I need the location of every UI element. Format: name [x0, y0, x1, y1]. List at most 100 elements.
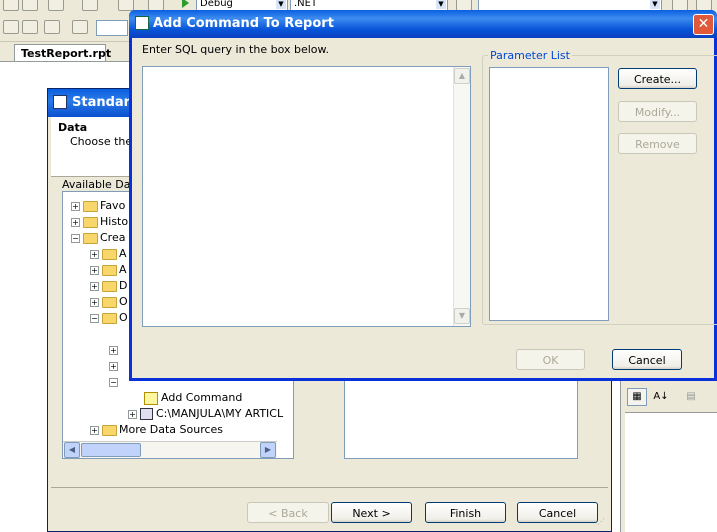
resize-grip-icon[interactable]: ⋰	[597, 517, 609, 529]
expand-icon[interactable]: +	[90, 265, 99, 275]
sql-query-label: Enter SQL query in the box below.	[142, 43, 330, 56]
property-pages-icon[interactable]: ▤	[681, 388, 701, 406]
folder-icon	[83, 232, 98, 244]
toolbar-button[interactable]	[118, 0, 134, 11]
tree-item-database[interactable]: + C:\MANJULA\MY ARTICL	[128, 406, 283, 422]
tree-item[interactable]: + D	[90, 278, 127, 294]
finish-button[interactable]: Finish	[425, 502, 506, 523]
start-debug-icon[interactable]	[182, 0, 189, 8]
expand-icon[interactable]: +	[90, 281, 99, 291]
tree-item-label: D	[119, 279, 128, 292]
collapse-icon[interactable]: −	[71, 233, 80, 243]
tab-testreport[interactable]: TestReport.rpt	[14, 44, 111, 62]
next-button[interactable]: Next >	[331, 502, 412, 523]
tree-item[interactable]: + A	[90, 262, 127, 278]
tree-item[interactable]: − O	[90, 310, 128, 326]
scroll-left-icon[interactable]: ◀	[64, 442, 80, 458]
categorized-icon[interactable]: ▦	[627, 388, 647, 406]
toolbar-button[interactable]	[72, 20, 88, 34]
parameter-list[interactable]	[489, 67, 609, 321]
parameter-list-legend: Parameter List	[488, 49, 572, 62]
wizard-section-title: Data	[58, 121, 88, 134]
tree-item[interactable]: +	[109, 358, 121, 374]
resize-grip-icon[interactable]	[701, 365, 713, 377]
toolbar-button[interactable]	[3, 0, 19, 11]
toolbar-button[interactable]	[44, 20, 60, 34]
add-command-dialog: Add Command To Report ✕ Enter SQL query …	[129, 10, 717, 381]
expand-icon[interactable]: +	[90, 249, 99, 259]
folder-icon	[102, 248, 117, 260]
close-icon[interactable]: ✕	[693, 14, 714, 35]
tree-item-label: Favo	[100, 199, 126, 212]
folder-icon	[83, 216, 98, 228]
scroll-right-icon[interactable]: ▶	[260, 442, 276, 458]
report-wizard-icon	[53, 95, 67, 109]
toolbar-button[interactable]	[22, 20, 38, 34]
ok-button[interactable]: OK	[516, 349, 585, 370]
solution-platform-value: .NET	[294, 0, 318, 9]
tree-horizontal-scrollbar[interactable]: ◀ ▶	[63, 441, 277, 458]
tree-item-label: O	[119, 311, 128, 324]
expand-icon[interactable]: +	[109, 345, 118, 355]
dialog-app-icon	[135, 16, 149, 30]
create-button[interactable]: Create...	[618, 68, 697, 89]
expand-icon[interactable]: +	[109, 361, 118, 371]
divider	[51, 487, 608, 488]
dialog-cancel-button[interactable]: Cancel	[612, 349, 682, 370]
expand-icon[interactable]: +	[71, 217, 80, 227]
tree-item-more-data-sources[interactable]: + More Data Sources	[90, 422, 223, 438]
expand-icon[interactable]: +	[71, 201, 80, 211]
scroll-up-icon[interactable]: ▲	[454, 68, 470, 84]
scroll-thumb[interactable]	[293, 388, 294, 430]
tree-item[interactable]: + Favo	[71, 198, 125, 214]
tree-item-add-command[interactable]: Add Command	[144, 390, 242, 406]
scroll-down-icon[interactable]: ▼	[293, 426, 294, 442]
collapse-icon[interactable]: −	[109, 377, 118, 387]
tree-item-label: O	[119, 295, 128, 308]
folder-icon	[102, 296, 117, 308]
properties-toolbar: ▦ A↓ ▤	[627, 388, 707, 408]
tree-item[interactable]: +	[109, 342, 121, 358]
tree-item-label: Histo	[100, 215, 129, 228]
dialog-title: Add Command To Report	[153, 16, 334, 31]
database-icon	[140, 408, 153, 420]
selected-tables-list[interactable]	[344, 381, 578, 459]
tree-item-label: Crea	[100, 231, 126, 244]
tree-item-label: A	[119, 247, 127, 260]
chevron-down-icon: ▼	[436, 0, 446, 9]
scroll-down-icon[interactable]: ▼	[454, 308, 470, 324]
back-button[interactable]: < Back	[247, 502, 329, 523]
properties-panel: ▦ A↓ ▤	[620, 380, 717, 532]
chevron-down-icon: ▼	[276, 0, 286, 9]
toolbar-input[interactable]	[96, 20, 128, 36]
modify-button[interactable]: Modify...	[618, 101, 697, 122]
redo-icon[interactable]	[82, 0, 98, 11]
folder-icon	[83, 200, 98, 212]
toolbar-button[interactable]	[3, 20, 19, 34]
add-command-icon	[144, 391, 158, 405]
undo-icon[interactable]	[48, 0, 64, 11]
tree-item[interactable]: + O	[90, 294, 128, 310]
remove-button[interactable]: Remove	[618, 133, 697, 154]
tree-item[interactable]: −	[109, 374, 121, 390]
collapse-icon[interactable]: −	[90, 313, 99, 323]
tree-item-label: C:\MANJULA\MY ARTICL	[156, 407, 284, 420]
scroll-thumb[interactable]	[81, 443, 141, 457]
toolbar-button[interactable]	[22, 0, 38, 11]
dialog-titlebar[interactable]: Add Command To Report ✕	[129, 10, 717, 38]
expand-icon[interactable]: +	[90, 297, 99, 307]
tree-item-label: More Data Sources	[119, 423, 224, 436]
cancel-button[interactable]: Cancel	[517, 502, 598, 523]
sql-query-textarea[interactable]: ▲ ▼	[142, 66, 471, 327]
tree-item-label: A	[119, 263, 127, 276]
tree-item[interactable]: + A	[90, 246, 127, 262]
folder-icon	[102, 424, 117, 436]
sql-scrollbar[interactable]: ▲ ▼	[453, 67, 470, 326]
tree-item[interactable]: − Crea	[71, 230, 125, 246]
chevron-down-icon: ▼	[650, 0, 660, 9]
expand-icon[interactable]: +	[128, 409, 137, 419]
alphabetical-icon[interactable]: A↓	[651, 388, 671, 406]
tree-item[interactable]: + Histo	[71, 214, 128, 230]
expand-icon[interactable]: +	[90, 425, 99, 435]
wizard-section-desc: Choose the	[70, 135, 133, 148]
